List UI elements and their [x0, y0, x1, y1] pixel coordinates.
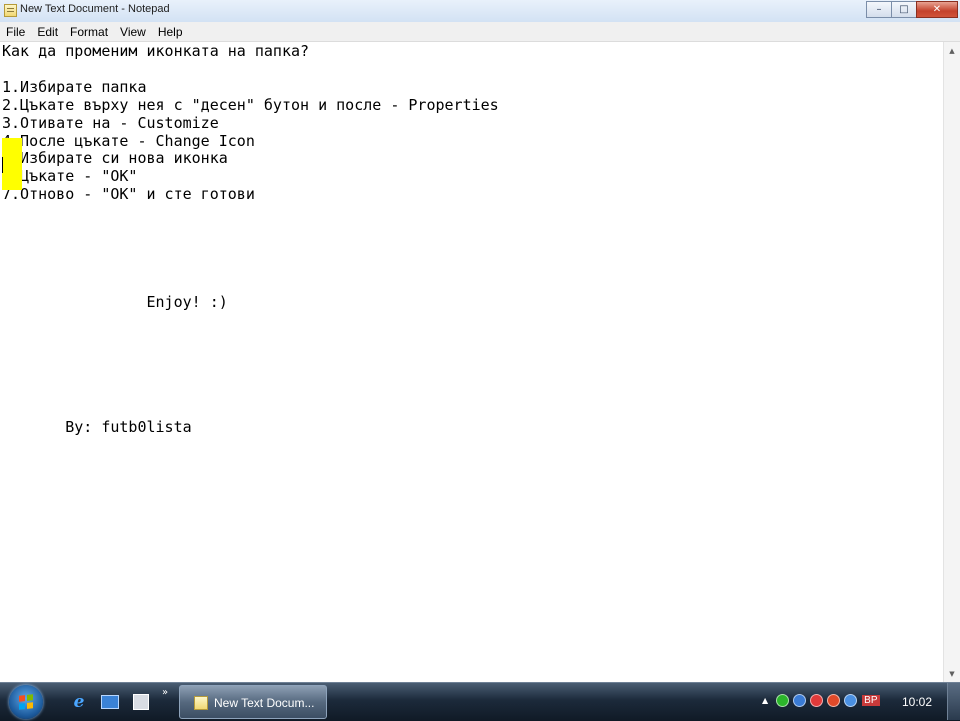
text-line: 7.Отново - "OK" и сте готови [2, 185, 255, 204]
scroll-up-icon[interactable]: ▲ [944, 42, 960, 59]
text-line: 6.Цъкате - "OK" [2, 167, 138, 186]
menu-bar: File Edit Format View Help [0, 22, 960, 42]
window-title: New Text Document - Notepad [20, 3, 170, 15]
text-caret [2, 157, 3, 173]
text-highlight [2, 138, 22, 190]
text-line: 1.Избирате папка [2, 77, 147, 96]
minimize-button[interactable]: – [866, 1, 892, 18]
taskbar-notepad-button[interactable]: New Text Docum... [179, 685, 327, 719]
close-button[interactable]: ✕ [916, 1, 958, 18]
switch-windows-icon[interactable] [132, 693, 150, 711]
maximize-button[interactable]: □ [891, 1, 917, 18]
system-tray: ▲ BP [762, 694, 880, 707]
notepad-icon [194, 696, 208, 710]
show-desktop-icon[interactable] [101, 693, 119, 711]
menu-help[interactable]: Help [152, 25, 189, 39]
title-bar[interactable]: New Text Document - Notepad – □ ✕ [0, 0, 960, 23]
show-desktop-button[interactable] [947, 683, 960, 720]
text-line: 2.Цъкате върху нея с "десен" бутон и пос… [2, 95, 499, 114]
notepad-icon[interactable] [4, 4, 17, 17]
start-button[interactable] [9, 685, 43, 719]
clock[interactable]: 10:02 [893, 695, 941, 709]
text-editor[interactable]: Как да променим иконката на папка? 1.Изб… [0, 42, 943, 682]
vertical-scrollbar[interactable]: ▲ ▼ [943, 42, 960, 682]
menu-format[interactable]: Format [64, 25, 114, 39]
text-line: By: futb0lista [2, 418, 192, 437]
tray-sync-icon[interactable] [844, 694, 858, 707]
scroll-down-icon[interactable]: ▼ [944, 665, 960, 682]
internet-explorer-icon[interactable]: e [70, 692, 88, 712]
windows-logo-icon [19, 694, 33, 710]
tray-expand-icon[interactable]: ▲ [762, 696, 768, 705]
text-line: 3.Отивате на - Customize [2, 113, 219, 132]
text-line: Enjoy! :) [2, 292, 228, 311]
taskbar-button-label: New Text Docum... [214, 696, 315, 710]
tray-browser-icon[interactable] [827, 694, 841, 707]
menu-edit[interactable]: Edit [31, 25, 64, 39]
text-line: 4.После цъкате - Change Icon [2, 131, 255, 150]
menu-file[interactable]: File [0, 25, 31, 39]
language-indicator[interactable]: BP [862, 695, 880, 706]
taskbar: e » New Text Docum... ▲ BP 10:02 [0, 682, 960, 721]
text-line: Как да променим иконката на папка? [2, 42, 310, 60]
menu-view[interactable]: View [114, 25, 152, 39]
quick-launch-more[interactable]: » [162, 687, 168, 698]
document-text[interactable]: Как да променим иконката на папка? 1.Изб… [0, 42, 943, 437]
window-controls: – □ ✕ [866, 1, 958, 18]
tray-antivirus-icon[interactable] [810, 694, 824, 707]
tray-network-icon[interactable] [793, 694, 807, 707]
text-line: 5.Избирате си нова иконка [2, 149, 228, 168]
tray-status-icon[interactable] [776, 694, 790, 707]
